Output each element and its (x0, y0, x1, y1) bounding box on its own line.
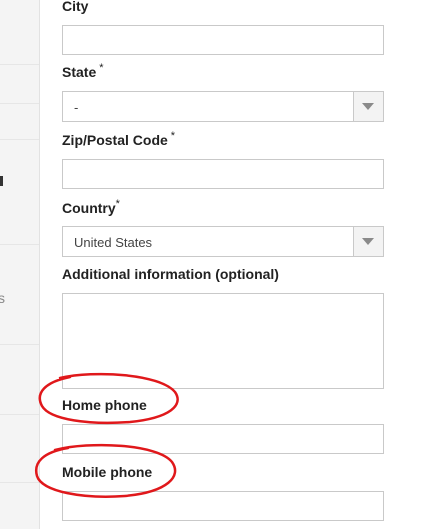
mobile-phone-label-text: Mobile phone (62, 464, 153, 480)
chevron-down-icon (362, 238, 374, 245)
additional-info-label-text: Additional information (optional) (62, 266, 279, 282)
required-asterisk: * (99, 62, 104, 74)
city-input[interactable] (62, 25, 384, 55)
mobile-phone-label: Mobile phone (62, 464, 152, 480)
sidebar-divider (0, 414, 39, 415)
sidebar-divider (0, 64, 39, 65)
state-label: State * (62, 62, 104, 80)
state-dropdown-button[interactable] (353, 92, 383, 121)
state-select[interactable]: - (62, 91, 384, 122)
sidebar-divider (0, 482, 39, 483)
left-sidebar: s (0, 0, 40, 529)
home-phone-label: Home phone (62, 397, 147, 413)
required-asterisk: * (170, 130, 176, 142)
state-select-value: - (74, 100, 79, 115)
required-asterisk: * (115, 198, 120, 210)
sidebar-divider (0, 139, 39, 140)
state-label-text: State (62, 64, 97, 80)
sidebar-divider (0, 344, 39, 345)
additional-info-textarea[interactable] (62, 293, 384, 389)
country-select[interactable]: United States (62, 226, 384, 257)
sidebar-text-fragment: s (0, 290, 5, 306)
country-dropdown-button[interactable] (353, 227, 383, 256)
chevron-down-icon (362, 103, 374, 110)
country-label-text: Country (62, 200, 116, 216)
zip-label-text: Zip/Postal Code (62, 132, 168, 148)
additional-info-label: Additional information (optional) (62, 266, 279, 282)
city-label-text: City (62, 0, 89, 14)
sidebar-divider (0, 103, 39, 104)
zip-label: Zip/Postal Code * (62, 130, 176, 148)
home-phone-label-text: Home phone (62, 397, 147, 413)
sidebar-divider (0, 244, 39, 245)
mobile-phone-input[interactable] (62, 491, 384, 521)
country-select-value: United States (74, 235, 153, 250)
city-label: City (62, 0, 88, 14)
sidebar-active-marker (0, 176, 3, 186)
country-label: Country* (62, 198, 120, 216)
home-phone-input[interactable] (62, 424, 384, 454)
zip-input[interactable] (62, 159, 384, 189)
